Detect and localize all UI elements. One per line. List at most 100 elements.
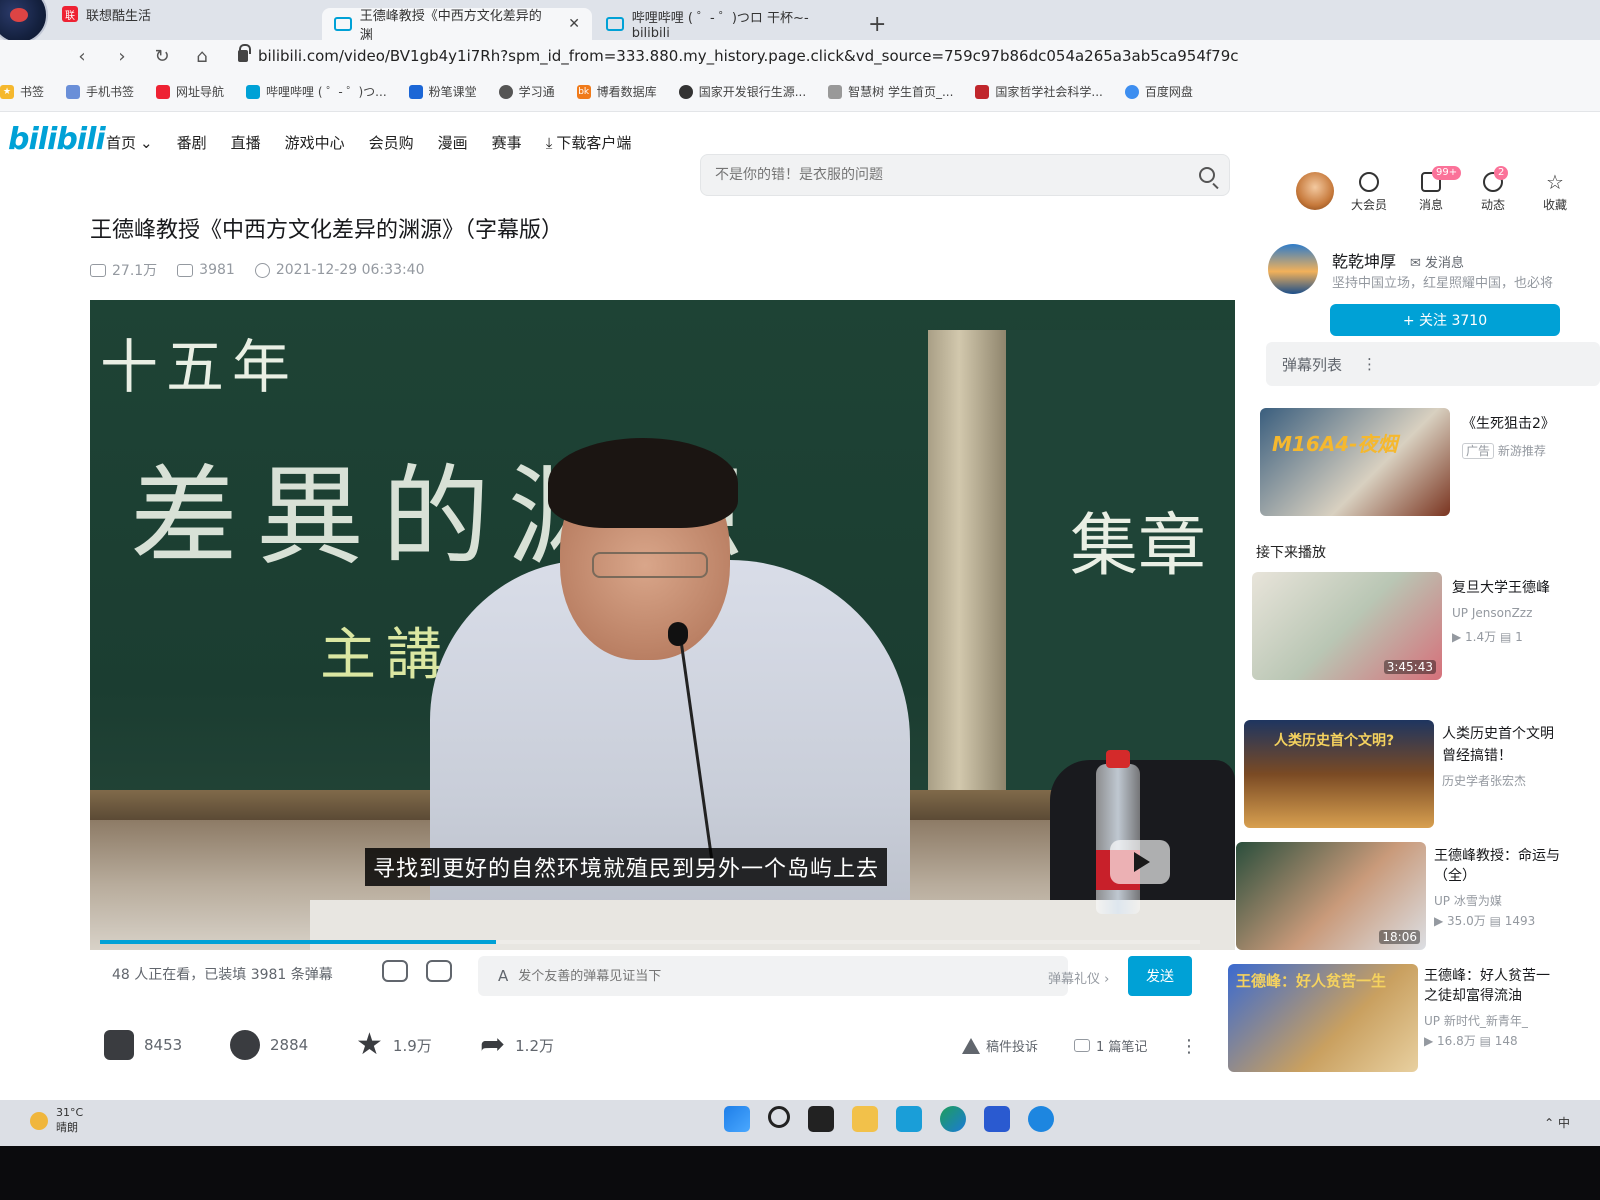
search-icon[interactable] xyxy=(1199,167,1215,183)
rec-thumb-text: 王德峰：好人贫苦一生 xyxy=(1236,972,1387,990)
progress-bar[interactable] xyxy=(100,940,1200,944)
bookmark-item[interactable]: 智慧树 学生首页_... xyxy=(828,83,953,100)
menu-item-home[interactable]: 首页 ⌄ xyxy=(106,132,153,153)
rec-author: UP 新时代_新青年_ xyxy=(1424,1014,1528,1028)
app-icon[interactable] xyxy=(896,1106,922,1132)
danmaku-input[interactable] xyxy=(518,968,949,984)
follow-button[interactable]: + 关注 3710 xyxy=(1330,304,1560,336)
bookmark-item[interactable]: 国家哲学社会科学... xyxy=(975,83,1103,100)
rec-author: UP 冰雪为媒 xyxy=(1434,894,1502,908)
search-icon[interactable] xyxy=(768,1106,790,1128)
weather-widget[interactable]: 31°C 晴朗 xyxy=(30,1106,83,1135)
like-button[interactable]: 8453 xyxy=(104,1030,182,1060)
microphone-icon xyxy=(668,622,688,646)
search-input[interactable] xyxy=(715,167,1185,183)
view-count: 27.1万 xyxy=(90,260,157,280)
menu-item-anime[interactable]: 番剧 xyxy=(177,132,207,153)
forward-button[interactable]: › xyxy=(102,46,142,67)
store-icon[interactable] xyxy=(984,1106,1010,1132)
bilibili-logo[interactable]: bilibili xyxy=(8,122,106,157)
file-explorer-icon[interactable] xyxy=(852,1106,878,1132)
rec-title[interactable]: 王德峰教授：命运与 xyxy=(1434,846,1560,866)
bookmark-item[interactable]: 手机书签 xyxy=(66,83,134,100)
rec-title[interactable]: 复旦大学王德峰 xyxy=(1452,578,1550,598)
rec-thumbnail[interactable]: 王德峰：好人贫苦一生 xyxy=(1228,964,1418,1072)
tab-bilibili-home[interactable]: 哔哩哔哩 ( ゜- ゜)つロ 干杯~-bilibili xyxy=(594,8,854,41)
video-player[interactable]: 十五年 差異的渊源 主講人 集章 寻找到更好的自然环境就殖民到另外一个岛屿上去 xyxy=(90,300,1235,950)
danmaku-etiquette-link[interactable]: 弹幕礼仪 › xyxy=(1048,968,1109,987)
danmaku-toggle-icon[interactable] xyxy=(382,960,408,982)
uploader-name[interactable]: 乾乾坤厚 xyxy=(1332,248,1396,272)
globe-icon xyxy=(498,84,513,99)
menu-item-manga[interactable]: 漫画 xyxy=(438,132,468,153)
more-icon[interactable]: ⋮ xyxy=(1180,1036,1198,1057)
pinned-tab[interactable]: 联 联想酷生活 xyxy=(62,2,151,26)
bookmark-item[interactable]: 网址导航 xyxy=(156,83,224,100)
up-icon: UP xyxy=(1452,606,1472,620)
ad-thumbnail[interactable]: M16A4-夜烟 xyxy=(1260,408,1450,516)
rec-thumbnail[interactable]: 18:06 xyxy=(1236,842,1426,950)
ie-icon[interactable] xyxy=(1028,1106,1054,1132)
tab-video[interactable]: 王德峰教授《中西方文化差异的渊 ✕ xyxy=(322,8,592,43)
new-tab-button[interactable]: + xyxy=(868,12,886,37)
home-button[interactable]: ⌂ xyxy=(182,46,222,67)
notes-button[interactable]: 1 篇笔记 xyxy=(1074,1036,1147,1055)
more-icon[interactable]: ⋮ xyxy=(1362,355,1377,373)
play-icon[interactable] xyxy=(1110,840,1170,884)
menu-item-mall[interactable]: 会员购 xyxy=(369,132,414,153)
danmaku-settings-icon[interactable] xyxy=(426,960,452,982)
rec-thumbnail[interactable]: 3:45:43 xyxy=(1252,572,1442,680)
bookmark-item[interactable]: 国家开发银行生源... xyxy=(678,83,806,100)
bookmark-item[interactable]: 学习通 xyxy=(498,83,555,100)
uploader-avatar[interactable] xyxy=(1268,244,1318,294)
bilibili-tv-icon xyxy=(606,17,624,31)
coin-button[interactable]: 2884 xyxy=(230,1030,308,1060)
rec-title[interactable]: 王德峰：好人贫苦一 xyxy=(1424,966,1550,986)
font-style-icon[interactable]: A xyxy=(498,967,508,985)
start-icon[interactable] xyxy=(724,1106,750,1132)
bookmark-item[interactable]: ★ 书签 xyxy=(0,83,44,100)
back-button[interactable]: ‹ xyxy=(62,46,102,67)
ad-title[interactable]: 《生死狙击2》 xyxy=(1462,414,1555,434)
favorite-button[interactable]: ★ 1.9万 xyxy=(356,1030,432,1060)
bookmark-item[interactable]: bk 博看数据库 xyxy=(576,83,657,100)
favorites-button[interactable]: ☆ 收藏 xyxy=(1534,172,1576,213)
rec-thumbnail[interactable]: 人类历史首个文明? xyxy=(1244,720,1434,828)
user-avatar[interactable] xyxy=(1296,172,1334,210)
edge-icon[interactable] xyxy=(940,1106,966,1132)
menu-item-live[interactable]: 直播 xyxy=(231,132,261,153)
bookmark-item[interactable]: 哔哩哔哩 ( ゜- ゜)つ... xyxy=(246,83,387,100)
menu-item-download[interactable]: ⤓ 下载客户端 xyxy=(546,132,632,153)
close-icon[interactable]: ✕ xyxy=(568,16,580,32)
profile-avatar[interactable] xyxy=(0,0,48,44)
rec-stats: ▶ 1.4万 ▤ 1 xyxy=(1452,630,1523,644)
rec-title-line2: 之徒却富得流油 xyxy=(1424,988,1522,1004)
dynamic-button[interactable]: 2 动态 xyxy=(1472,166,1514,213)
send-button[interactable]: 发送 xyxy=(1128,956,1192,996)
bookmark-item[interactable]: 百度网盘 xyxy=(1124,83,1193,100)
report-button[interactable]: 稿件投诉 xyxy=(962,1036,1038,1055)
vip-button[interactable]: 大会员 xyxy=(1348,172,1390,213)
system-tray[interactable]: ⌃ 中 xyxy=(1544,1114,1570,1131)
board-frame xyxy=(928,330,1006,800)
up-icon: UP xyxy=(1434,894,1454,908)
glasses xyxy=(592,552,708,578)
reload-button[interactable]: ↻ xyxy=(142,46,182,67)
rec-title-line2: 曾经搞错！ xyxy=(1442,748,1512,764)
share-button[interactable]: ➦ 1.2万 xyxy=(480,1030,554,1060)
menu-item-esports[interactable]: 赛事 xyxy=(492,132,522,153)
share-arrow-icon: ➦ xyxy=(480,1027,506,1062)
url-text: bilibili.com/video/BV1gb4y1i7Rh?spm_id_f… xyxy=(258,47,1239,65)
messages-button[interactable]: 99+ 消息 xyxy=(1410,166,1462,213)
address-bar[interactable]: bilibili.com/video/BV1gb4y1i7Rh?spm_id_f… xyxy=(238,44,1239,68)
send-message-link[interactable]: ✉ 发消息 xyxy=(1410,252,1464,271)
play-count-icon: ▶ xyxy=(1434,914,1448,928)
menu-item-games[interactable]: 游戏中心 xyxy=(285,132,345,153)
bookmark-item[interactable]: 粉笔课堂 xyxy=(408,83,477,100)
mail-icon: ✉ xyxy=(1410,256,1426,271)
monitor-bezel xyxy=(0,1146,1600,1200)
rec-title[interactable]: 人类历史首个文明 xyxy=(1442,724,1554,744)
danmaku-list-toggle[interactable]: 弹幕列表 ⋮ xyxy=(1266,342,1600,386)
bank-icon xyxy=(678,84,693,99)
task-view-icon[interactable] xyxy=(808,1106,834,1132)
